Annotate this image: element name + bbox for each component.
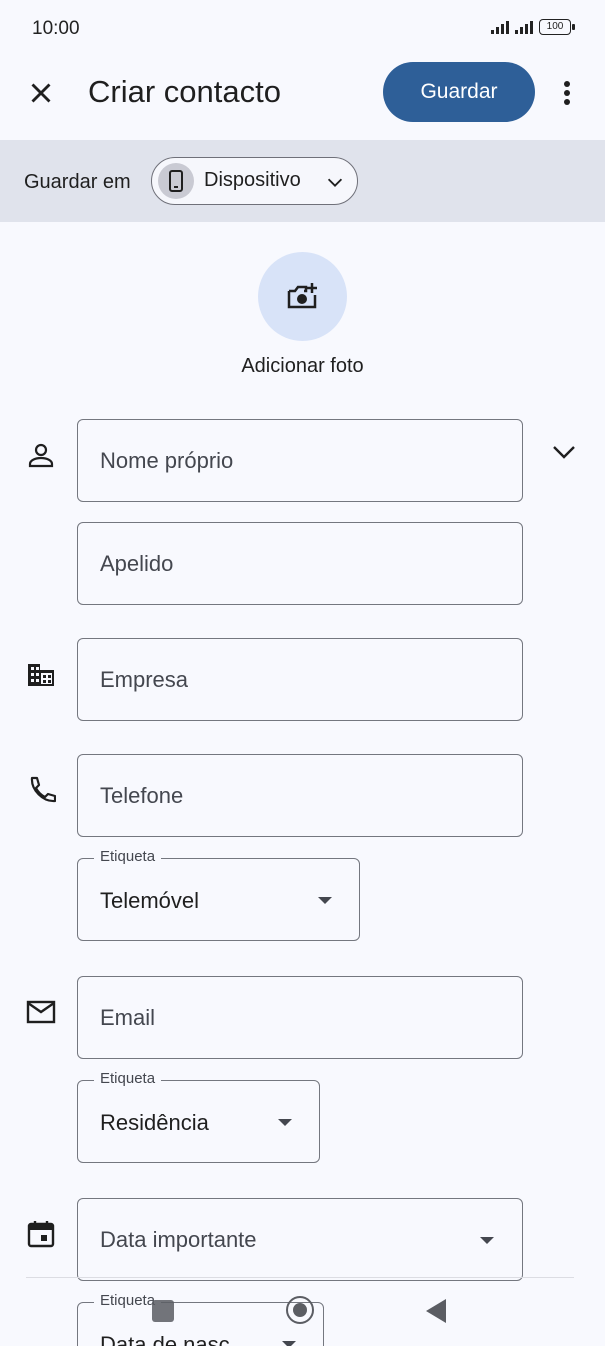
important-date-placeholder: Data importante [100,1227,257,1252]
status-time: 10:00 [32,18,80,39]
business-icon [28,664,54,686]
save-location-value: Dispositivo [204,169,301,191]
close-icon[interactable] [24,76,58,110]
add-photo-label: Adicionar foto [241,355,364,377]
top-app-bar: Criar contacto Guardar [0,58,605,138]
company-field[interactable]: Empresa [77,638,523,721]
dropdown-arrow-icon [480,1237,494,1244]
nav-home-icon[interactable] [286,1296,314,1324]
important-date-field[interactable]: Data importante [77,1198,523,1281]
company-placeholder: Empresa [100,667,189,692]
last-name-placeholder: Apelido [100,551,174,576]
chevron-down-icon [327,178,343,187]
phone-label-select[interactable]: Etiqueta Telemóvel [77,848,360,941]
mail-icon [26,1000,56,1024]
dropdown-arrow-icon [278,1119,292,1126]
save-button[interactable]: Guardar [383,62,535,122]
email-placeholder: Email [100,1005,156,1030]
first-name-field[interactable]: Nome próprio [77,419,523,502]
first-name-placeholder: Nome próprio [100,448,234,473]
save-in-label: Guardar em [24,171,131,193]
phone-label-legend: Etiqueta [94,848,162,865]
system-nav-bar [0,1278,605,1346]
phone-device-icon [158,163,194,199]
signal-icon [491,20,509,34]
email-field[interactable]: Email [77,976,523,1059]
battery-icon: 100 [539,19,575,35]
save-location-chip[interactable]: Dispositivo [151,157,358,205]
call-icon [30,776,56,803]
dropdown-arrow-icon [318,897,332,904]
event-icon [27,1221,55,1248]
email-label-value: Residência [100,1110,209,1135]
save-location-bar: Guardar em Dispositivo [0,140,605,222]
email-label-legend: Etiqueta [94,1070,162,1087]
page-title: Criar contacto [88,74,281,109]
add-photo-button[interactable] [258,252,347,341]
add-photo-icon [287,283,317,309]
last-name-field[interactable]: Apelido [77,522,523,605]
phone-placeholder: Telefone [100,783,184,808]
create-contact-screen: 10:00 100 Criar contacto Guardar Guardar… [0,0,605,1346]
nav-back-icon[interactable] [426,1299,446,1323]
more-vert-icon[interactable] [555,76,579,110]
phone-field[interactable]: Telefone [77,754,523,837]
nav-recents-icon[interactable] [152,1300,174,1322]
signal-icon [515,20,533,34]
status-bar: 10:00 100 [0,0,605,58]
person-icon [28,443,54,468]
expand-icon[interactable] [550,438,578,466]
status-icons: 100 [491,19,575,35]
email-label-select[interactable]: Etiqueta Residência [77,1070,320,1163]
phone-label-value: Telemóvel [100,888,200,913]
